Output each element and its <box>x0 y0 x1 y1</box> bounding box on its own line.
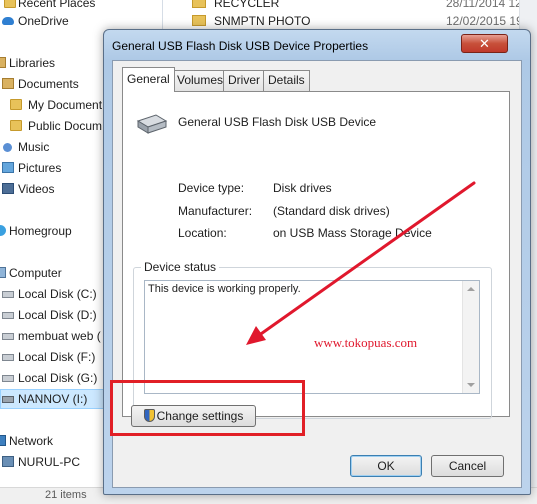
tab-general[interactable]: General <box>122 67 175 92</box>
highlight-rectangle <box>110 380 305 436</box>
